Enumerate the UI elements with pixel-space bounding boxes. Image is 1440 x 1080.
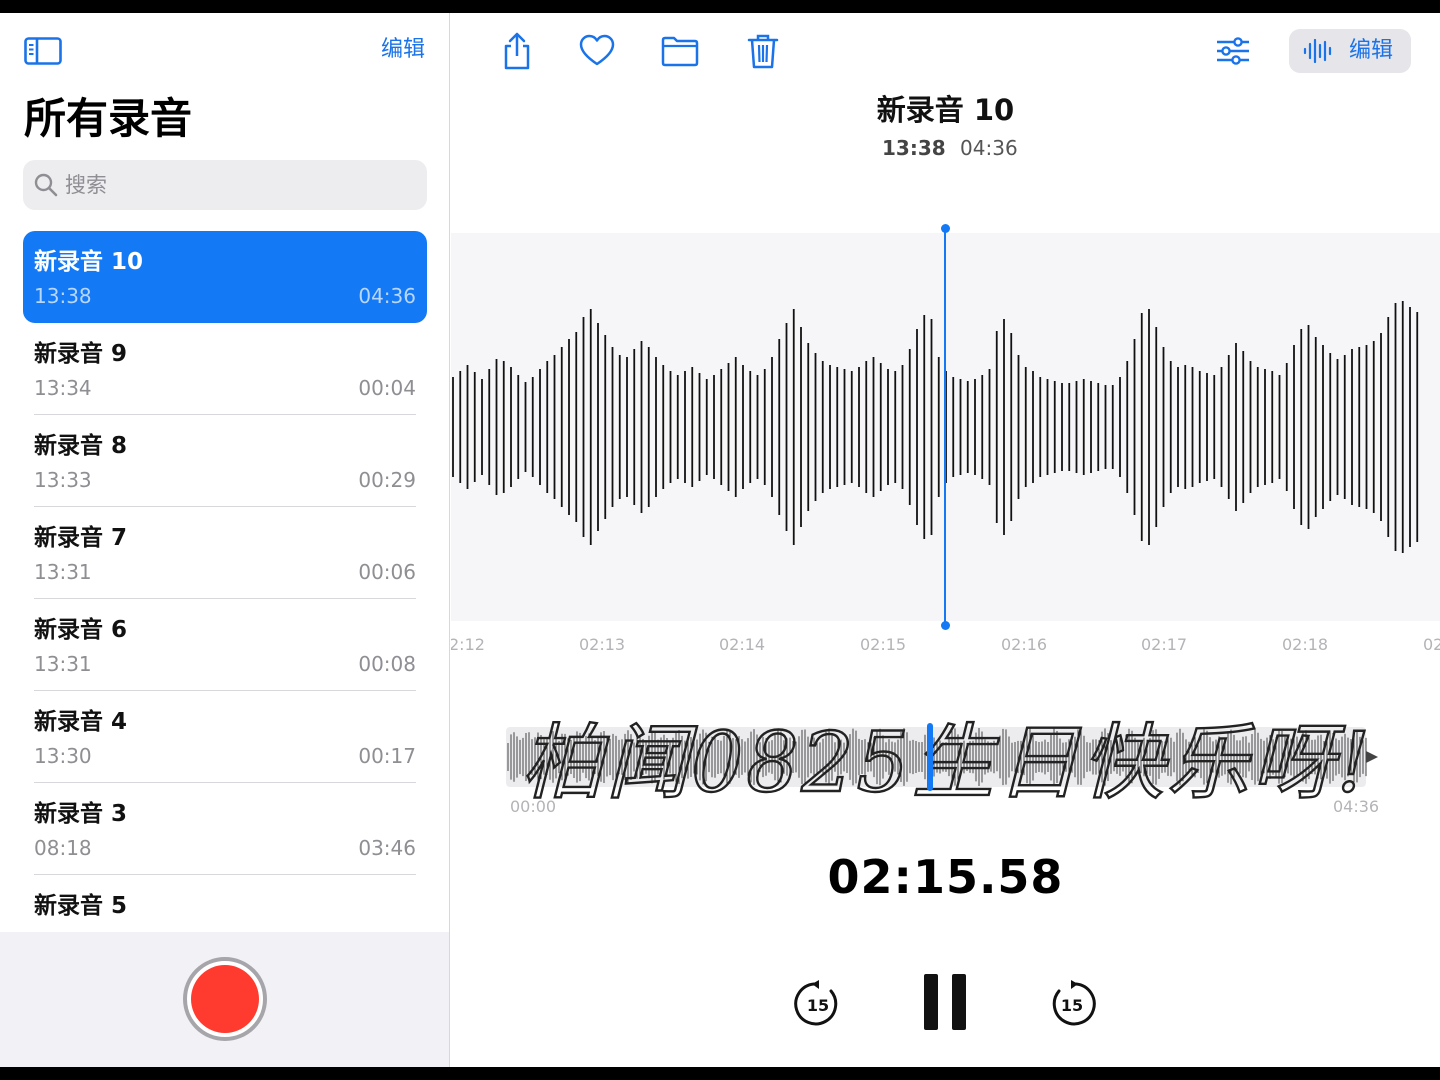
recording-title: 新录音 8 [34, 433, 128, 459]
record-button[interactable] [183, 957, 267, 1041]
playhead-bottom-dot [941, 621, 950, 630]
current-time: 02:15.58 [827, 850, 1064, 904]
timeline-tick: 02 [1423, 635, 1440, 654]
timeline-tick: 2:12 [451, 635, 485, 654]
recording-title: 新录音 3 [34, 801, 128, 827]
page-title: 所有录音 [24, 94, 193, 143]
recording-item[interactable]: 新录音 8 13:33 00:29 [23, 415, 427, 507]
recording-item[interactable]: 新录音 7 13:31 00:06 [23, 507, 427, 599]
search-bar[interactable] [23, 160, 427, 210]
folder-icon[interactable] [660, 31, 700, 71]
overview-handle[interactable] [927, 723, 934, 791]
share-icon[interactable] [497, 31, 537, 71]
recording-title: 新录音 10 [34, 249, 144, 275]
search-icon [34, 173, 58, 197]
recording-title: 新录音 9 [34, 341, 128, 367]
recording-detail: 编辑 新录音 10 13:38 04:36 2:12 02:13 02:14 0… [451, 13, 1440, 1067]
overview-start-time: 00:00 [510, 797, 557, 816]
recording-duration: 03:46 [358, 836, 416, 860]
recording-meta: 13:38 04:36 [882, 135, 1018, 161]
app-window: 编辑 所有录音 新录音 10 13:38 04:36 新录音 9 13:34 0… [0, 13, 1440, 1067]
recording-time: 08:18 [34, 836, 92, 860]
recording-time: 13:34 [34, 376, 92, 400]
recording-duration: 00:29 [358, 468, 416, 492]
pause-icon[interactable] [922, 973, 968, 1031]
recording-duration: 04:36 [960, 136, 1018, 160]
timeline-ruler: 2:12 02:13 02:14 02:15 02:16 02:17 02:18… [451, 633, 1440, 659]
recording-item[interactable]: 新录音 6 13:31 00:08 [23, 599, 427, 691]
playhead-top-dot [941, 224, 950, 233]
recording-item[interactable]: 新录音 5 [23, 875, 427, 932]
recording-time: 13:38 [882, 136, 946, 160]
handwritten-caption-text: 柏闻0825生日快乐呀! [521, 716, 1373, 811]
timeline-tick: 02:15 [860, 635, 907, 654]
options-icon[interactable] [1213, 31, 1253, 71]
record-bar [0, 932, 449, 1067]
recording-title: 新录音 4 [34, 709, 128, 735]
recording-item[interactable]: 新录音 3 08:18 03:46 [23, 783, 427, 875]
recording-title: 新录音 5 [34, 893, 128, 919]
recording-duration: 00:17 [358, 744, 416, 768]
skip-forward-seconds: 15 [1061, 996, 1083, 1015]
recording-time: 13:31 [34, 652, 92, 676]
recording-duration: 00:06 [358, 560, 416, 584]
timeline-tick: 02:14 [719, 635, 766, 654]
timeline-tick: 02:17 [1141, 635, 1188, 654]
recording-title-heading: 新录音 10 [876, 93, 1015, 127]
heart-icon[interactable] [577, 31, 617, 71]
sidebar-toggle-icon[interactable] [24, 37, 62, 65]
recording-item[interactable]: 新录音 4 13:30 00:17 [23, 691, 427, 783]
recording-duration: 00:04 [358, 376, 416, 400]
recording-duration: 00:08 [358, 652, 416, 676]
recording-item[interactable]: 新录音 10 13:38 04:36 [23, 231, 427, 323]
handwritten-caption: 柏闻0825生日快乐呀! [520, 715, 1373, 812]
playhead[interactable] [944, 228, 946, 626]
edit-recording-button[interactable]: 编辑 [1289, 29, 1411, 73]
recordings-list: 新录音 10 13:38 04:36 新录音 9 13:34 00:04 新录音… [0, 231, 450, 932]
recording-duration: 04:36 [358, 284, 416, 308]
recording-title: 新录音 7 [34, 525, 128, 551]
skip-back-15-icon[interactable]: 15 [793, 979, 843, 1029]
waveform-icon [1303, 39, 1332, 63]
timeline-tick: 02:16 [1001, 635, 1048, 654]
trash-icon[interactable] [743, 31, 783, 71]
skip-back-seconds: 15 [807, 996, 829, 1015]
skip-forward-15-icon[interactable]: 15 [1047, 979, 1097, 1029]
overview-end-time: 04:36 [1333, 797, 1380, 816]
recording-time: 13:30 [34, 744, 92, 768]
recording-time: 13:31 [34, 560, 92, 584]
recording-title: 新录音 6 [34, 617, 128, 643]
sidebar-edit-button[interactable]: 编辑 [381, 35, 425, 65]
timeline-tick: 02:18 [1282, 635, 1329, 654]
recording-item[interactable]: 新录音 9 13:34 00:04 [23, 323, 427, 415]
search-input[interactable] [65, 160, 405, 210]
timeline-tick: 02:13 [579, 635, 626, 654]
edit-recording-label: 编辑 [1349, 38, 1394, 63]
sidebar: 编辑 所有录音 新录音 10 13:38 04:36 新录音 9 13:34 0… [0, 13, 450, 1067]
recording-time: 13:33 [34, 468, 92, 492]
recording-time: 13:38 [34, 284, 92, 308]
